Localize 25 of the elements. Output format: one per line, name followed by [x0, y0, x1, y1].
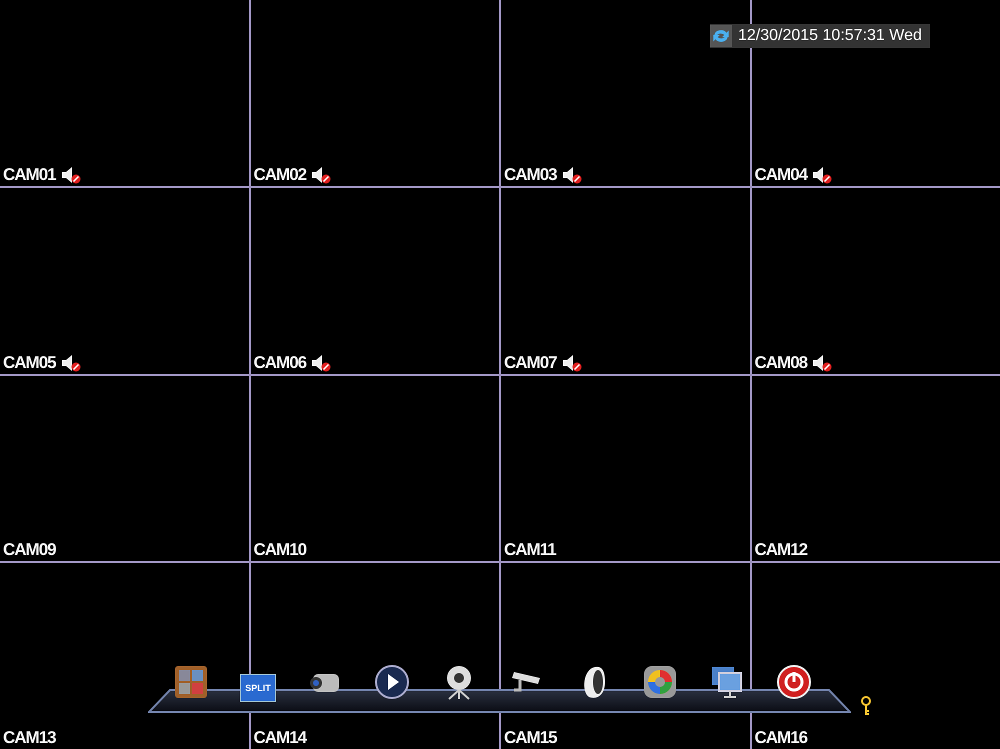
camera-label: CAM03: [504, 164, 557, 185]
camera-label: CAM01: [3, 164, 56, 185]
camera-label: CAM06: [254, 352, 306, 372]
camera-label: CAM08: [754, 352, 808, 372]
split-button[interactable]: SPLIT: [240, 674, 276, 702]
camera-label: CAM04: [754, 164, 808, 185]
camera-label: CAM02: [254, 164, 306, 185]
camera-label: CAM11: [504, 540, 556, 560]
power-icon[interactable]: [776, 664, 812, 700]
color-wheel-icon[interactable]: [642, 664, 678, 700]
camera-label: CAM07: [504, 352, 557, 372]
monitor-icon[interactable]: [709, 664, 745, 700]
datetime-text: 12/30/2015 10:57:31 Wed: [738, 27, 922, 45]
camera-label: CAM09: [3, 540, 56, 560]
camera-label: CAM15: [504, 728, 557, 748]
key-icon[interactable]: [861, 696, 871, 716]
camera-label: CAM13: [3, 728, 56, 748]
refresh-icon[interactable]: [710, 24, 732, 48]
camera-label: CAM05: [3, 352, 56, 372]
grid-icon[interactable]: [173, 664, 209, 700]
camera-label: CAM10: [254, 540, 306, 560]
play-icon[interactable]: [374, 664, 410, 700]
camera-label: CAM14: [254, 728, 306, 748]
camera-label: CAM12: [754, 540, 808, 560]
camera-label: CAM16: [754, 728, 808, 748]
